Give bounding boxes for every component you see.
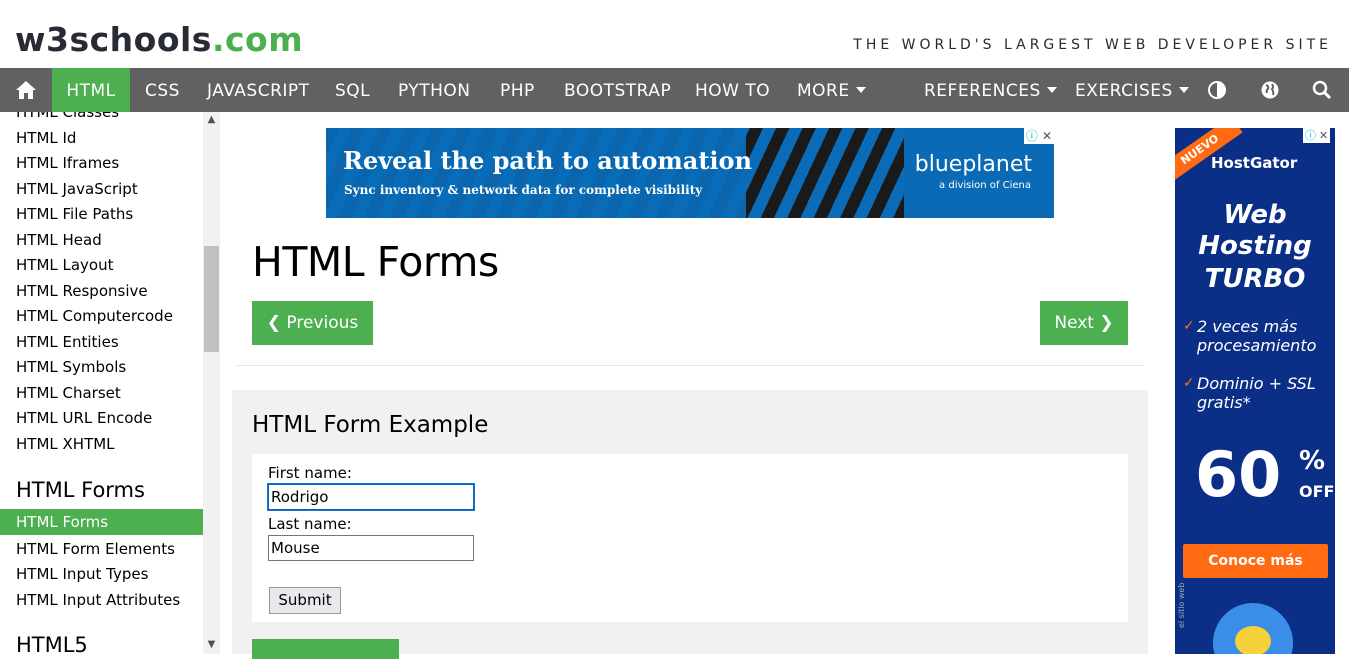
search-button[interactable] [1312,68,1336,112]
first-name-input[interactable]: Rodrigo [267,483,475,511]
caret-down-icon [1178,87,1189,93]
nav-html[interactable]: HTML [52,68,130,112]
sidebar-link-symbols[interactable]: HTML Symbols [16,358,126,376]
search-icon [1312,80,1332,100]
nav-references-label: REFERENCES [924,81,1041,101]
sidebar-link-form-elements[interactable]: HTML Form Elements [16,540,175,558]
scroll-down-icon[interactable]: ▼ [203,639,220,650]
next-button[interactable]: Next ❯ [1040,301,1128,345]
logo-com-text: .com [211,20,304,59]
contrast-icon [1208,81,1226,99]
sidebar-link-entities[interactable]: HTML Entities [16,333,119,351]
nav-javascript[interactable]: JAVASCRIPT [207,68,310,112]
nav-more[interactable]: MORE [797,68,866,112]
main-content: Reveal the path to automation Sync inven… [220,112,1160,659]
close-icon[interactable]: ✕ [1319,129,1328,142]
ad-headline: Reveal the path to automation [343,146,752,175]
sidebar-heading-html5: HTML5 [16,633,88,654]
mascot-face [1235,626,1271,654]
sidebar-scrollbar[interactable]: ▲ ▼ [203,112,220,654]
ad-right-line2: Hosting [1198,231,1312,261]
ad-right-feature1: 2 veces más procesamiento [1197,317,1317,355]
theme-toggle-button[interactable] [1207,68,1231,112]
ad-info-icon[interactable]: ⓘ [1026,129,1038,143]
ad-subtext: Sync inventory & network data for comple… [344,183,703,197]
sidebar-scroll-thumb[interactable] [204,246,219,352]
sidebar-link-input-attributes[interactable]: HTML Input Attributes [16,591,180,609]
ad-right-side-text: el sitio web [1177,582,1186,628]
language-button[interactable] [1260,68,1284,112]
divider [236,365,1144,366]
example-box: HTML Form Example First name: Rodrigo La… [232,390,1148,654]
sidebar-link-computercode[interactable]: HTML Computercode [16,307,173,325]
ad-right-cta-button[interactable]: Conoce más [1183,544,1328,578]
ad-brand-sub: a division of Ciena [939,180,1031,191]
nav-python[interactable]: PYTHON [398,68,471,112]
caret-down-icon [855,87,866,93]
check-icon: ✓ [1183,318,1195,334]
ad-info-icon[interactable]: ⓘ [1305,129,1316,142]
w3schools-logo[interactable]: w3schools.com [15,18,303,62]
scroll-up-icon[interactable]: ▲ [203,114,220,125]
globe-icon [1261,81,1279,99]
ad-right-line3: TURBO [1204,264,1306,294]
sidebar-link-javascript[interactable]: HTML JavaScript [16,180,138,198]
site-tagline: THE WORLD'S LARGEST WEB DEVELOPER SITE [853,37,1332,53]
nav-sql[interactable]: SQL [335,68,370,112]
nav-exercises-label: EXERCISES [1075,81,1173,101]
sidebar-link-layout[interactable]: HTML Layout [16,256,114,274]
page-title: HTML Forms [252,238,499,286]
last-name-label: Last name: [268,515,352,533]
sidebar-active-label: HTML Forms [16,513,109,531]
close-icon[interactable]: ✕ [1042,129,1052,143]
ad-right-feature2: Dominio + SSL gratis* [1197,374,1316,412]
right-ad-close-button[interactable]: ⓘ ✕ [1303,128,1331,143]
sidebar-link-file-paths[interactable]: HTML File Paths [16,205,133,223]
example-title: HTML Form Example [252,412,489,438]
ad-brand: blueplanet [914,152,1032,177]
sidebar-link-input-types[interactable]: HTML Input Types [16,565,148,583]
check-icon: ✓ [1183,375,1195,391]
page-scrollbar[interactable] [1349,0,1366,654]
previous-button[interactable]: ❮ Previous [252,301,373,345]
sidebar-link-classes[interactable]: HTML Classes [16,112,119,121]
top-header: w3schools.com THE WORLD'S LARGEST WEB DE… [0,0,1366,68]
sidebar-item-forms-active[interactable]: HTML Forms [0,509,203,535]
nav-references[interactable]: REFERENCES [924,68,1057,112]
nav-more-label: MORE [797,81,850,101]
caret-down-icon [1046,87,1057,93]
ad-right-off: OFF [1299,482,1335,501]
sidebar-link-iframes[interactable]: HTML Iframes [16,154,119,172]
nav-exercises[interactable]: EXERCISES [1075,68,1189,112]
ad-right-percent: 60 [1195,438,1282,511]
ad-right-brand: HostGator [1211,154,1298,172]
sidebar-link-url-encode[interactable]: HTML URL Encode [16,409,152,427]
nav-bootstrap[interactable]: BOOTSTRAP [564,68,671,112]
sidebar-link-id[interactable]: HTML Id [16,129,76,147]
example-form: First name: Rodrigo Last name: Mouse Sub… [252,454,1128,622]
sidebar: HTML Classes HTML Id HTML Iframes HTML J… [0,112,203,654]
nav-php[interactable]: PHP [500,68,535,112]
main-nav: HTML CSS JAVASCRIPT SQL PYTHON PHP BOOTS… [0,68,1349,112]
nav-how-to[interactable]: HOW TO [695,68,770,112]
ad-right-percent-sign: % [1299,446,1326,476]
sidebar-heading-forms: HTML Forms [16,478,145,502]
last-name-input[interactable]: Mouse [268,535,474,561]
nav-css[interactable]: CSS [145,68,180,112]
first-name-label: First name: [268,464,352,482]
submit-button[interactable]: Submit [269,587,341,614]
logo-main-text: w3schools [15,20,212,59]
ad-right-line1: Web [1223,200,1287,230]
top-banner-ad[interactable]: Reveal the path to automation Sync inven… [326,128,1054,218]
try-it-yourself-button[interactable] [252,639,399,659]
home-button[interactable] [0,68,52,112]
ad-close-button[interactable]: ⓘ ✕ [1023,128,1054,144]
sidebar-link-charset[interactable]: HTML Charset [16,384,121,402]
sidebar-link-responsive[interactable]: HTML Responsive [16,282,148,300]
right-sidebar-ad[interactable]: NUEVO HostGator Web Hosting TURBO ✓ 2 ve… [1175,128,1335,654]
sidebar-link-xhtml[interactable]: HTML XHTML [16,435,115,453]
sidebar-link-head[interactable]: HTML Head [16,231,102,249]
home-icon [16,81,36,99]
